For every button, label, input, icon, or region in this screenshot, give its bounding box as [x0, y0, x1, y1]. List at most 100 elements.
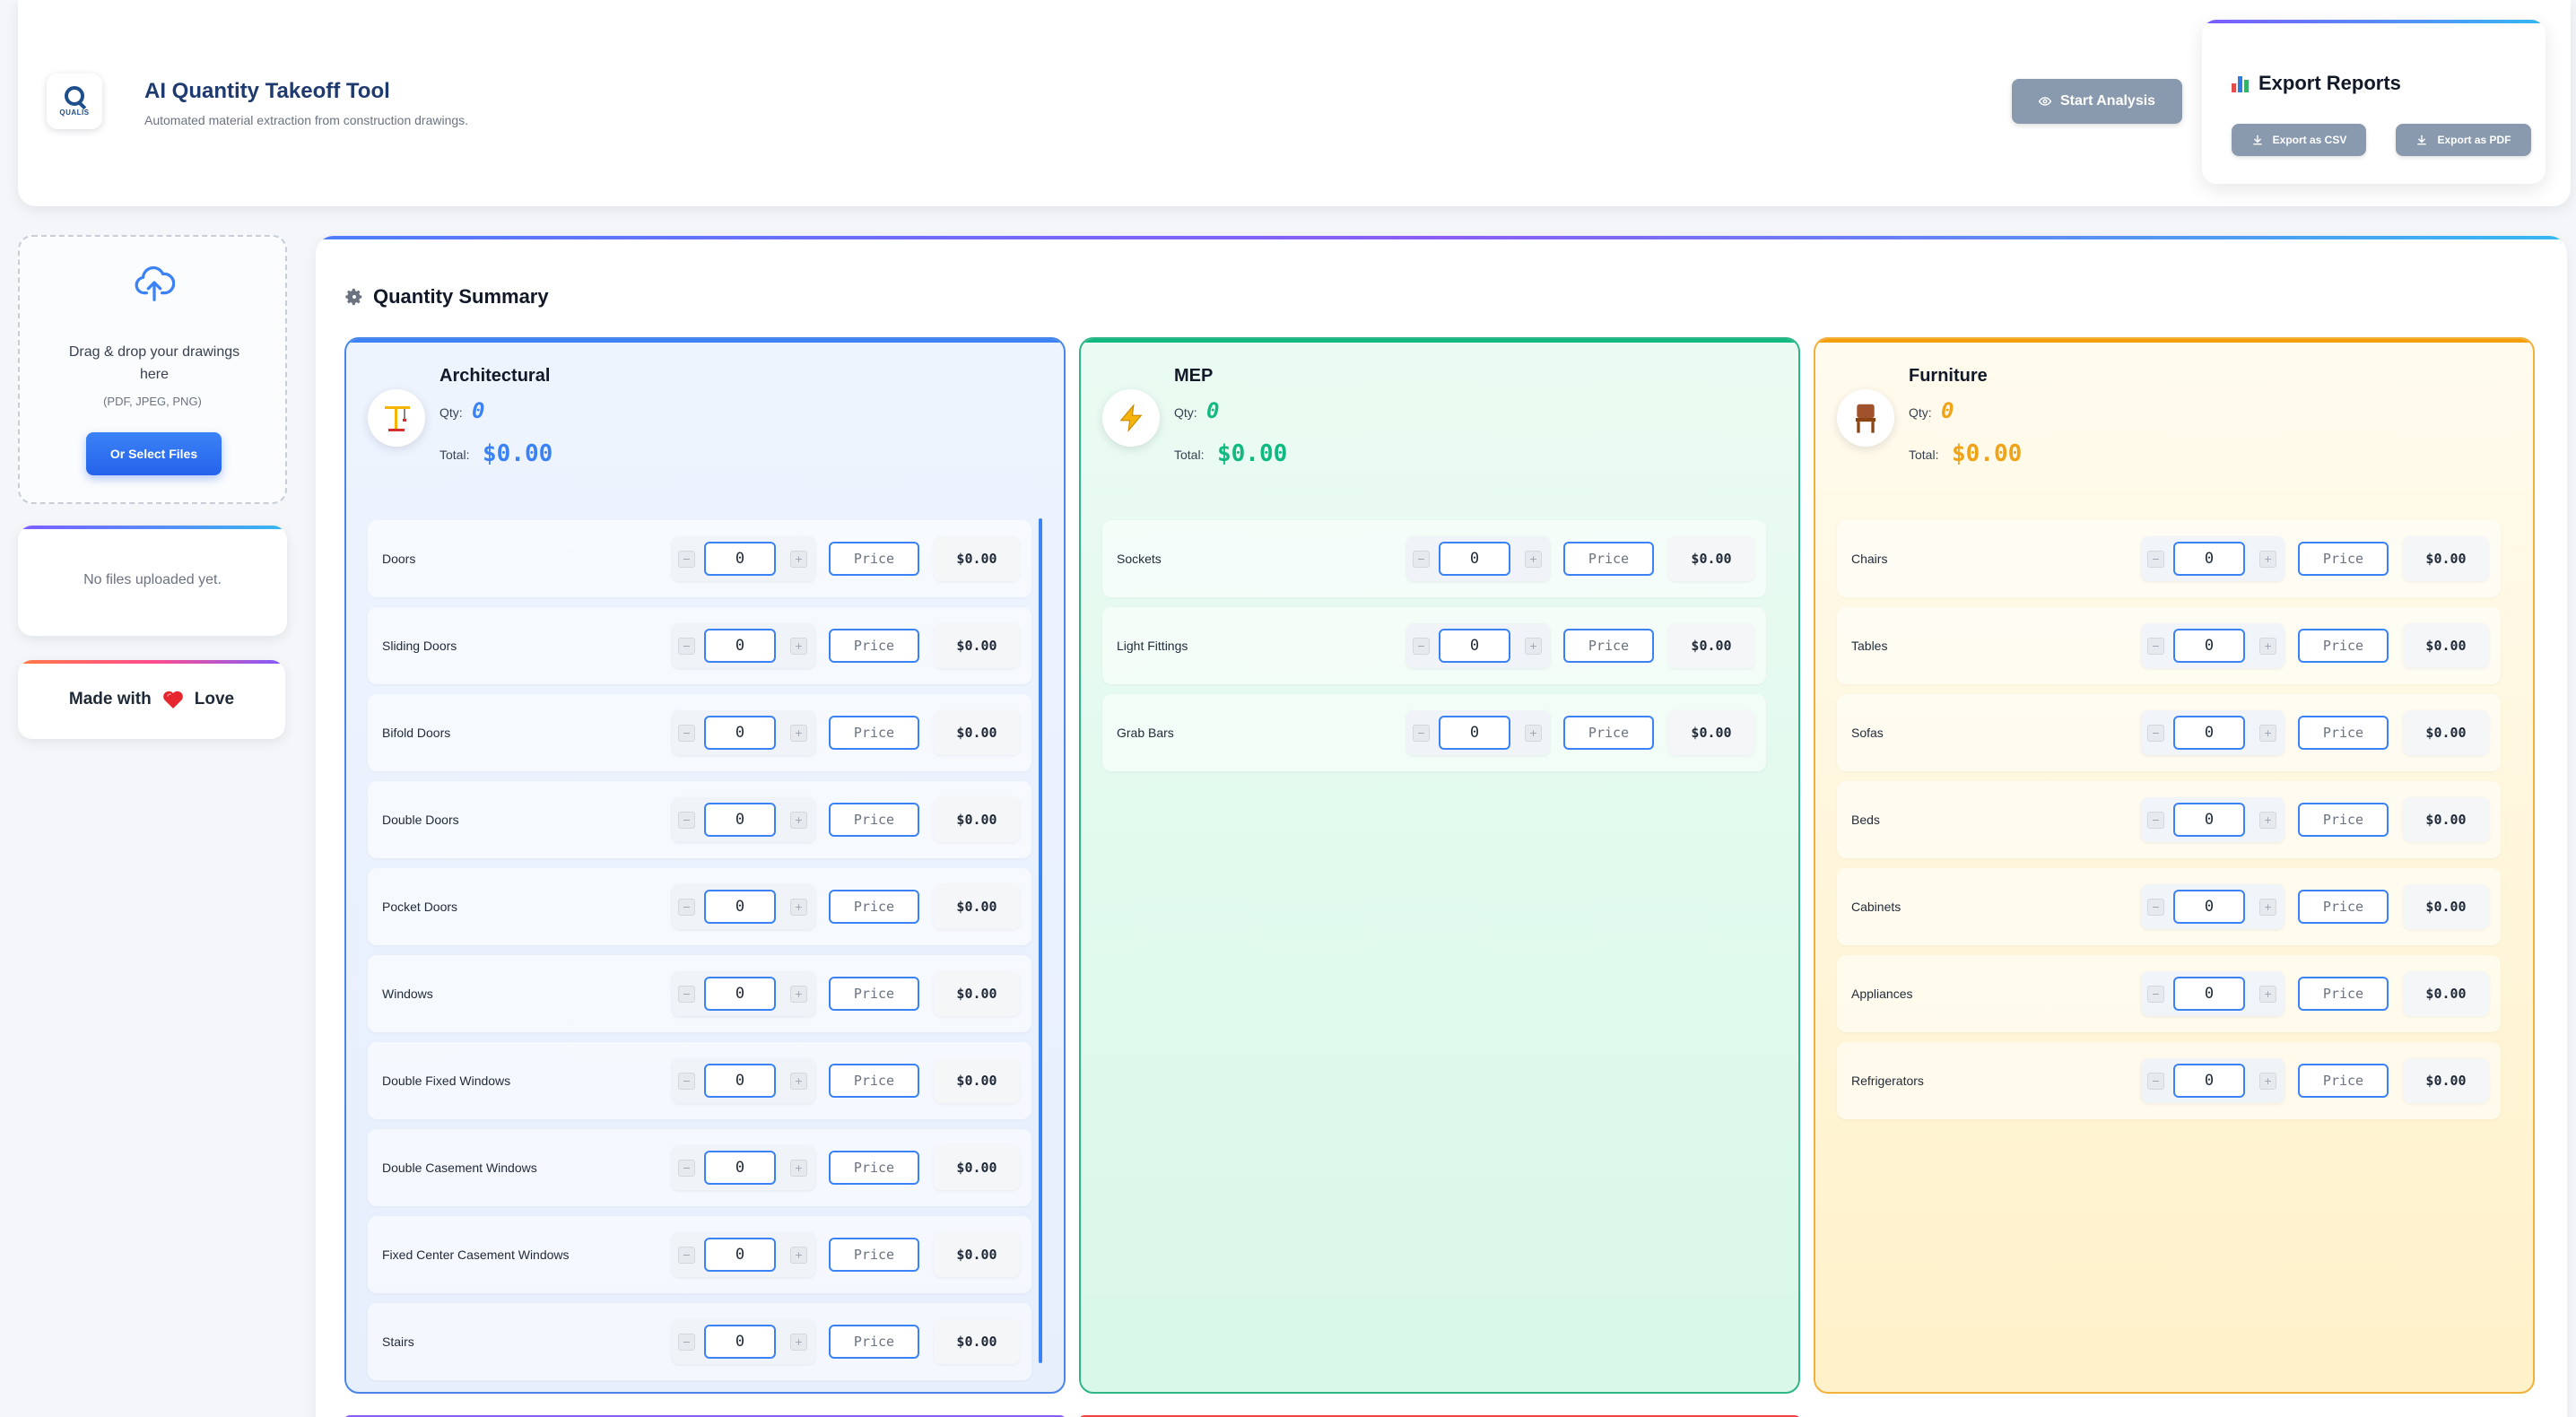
price-input[interactable] [2298, 890, 2389, 924]
decrement-button[interactable]: − [1413, 638, 1430, 655]
quantity-input[interactable] [2173, 1064, 2245, 1098]
decrement-button[interactable]: − [2147, 551, 2164, 568]
quantity-input[interactable] [704, 890, 776, 924]
increment-button[interactable]: + [790, 899, 807, 916]
price-input[interactable] [2298, 542, 2389, 576]
select-files-button[interactable]: Or Select Files [86, 432, 222, 475]
decrement-button[interactable]: − [678, 899, 695, 916]
price-input[interactable] [2298, 977, 2389, 1011]
price-input[interactable] [829, 890, 919, 924]
item-row: Beds − + $0.00 [1837, 781, 2501, 858]
export-pdf-button[interactable]: Export as PDF [2396, 124, 2531, 156]
export-csv-button[interactable]: Export as CSV [2232, 124, 2366, 156]
increment-button[interactable]: + [1525, 638, 1542, 655]
increment-button[interactable]: + [2259, 986, 2276, 1003]
quantity-stepper: − + [672, 971, 815, 1016]
price-input[interactable] [2298, 803, 2389, 837]
decrement-button[interactable]: − [678, 551, 695, 568]
start-analysis-button[interactable]: Start Analysis [2012, 79, 2182, 124]
quantity-stepper: − + [1406, 623, 1550, 668]
quantity-input[interactable] [2173, 803, 2245, 837]
item-row: Sockets − + $0.00 [1102, 520, 1766, 597]
increment-button[interactable]: + [790, 638, 807, 655]
price-input[interactable] [829, 716, 919, 750]
decrement-button[interactable]: − [678, 812, 695, 829]
category-total-value: $0.00 [1217, 440, 1288, 467]
decrement-button[interactable]: − [678, 1334, 695, 1351]
quantity-input[interactable] [1439, 542, 1510, 576]
decrement-button[interactable]: − [678, 1073, 695, 1090]
increment-button[interactable]: + [2259, 551, 2276, 568]
increment-button[interactable]: + [1525, 551, 1542, 568]
price-input[interactable] [2298, 629, 2389, 663]
quantity-input[interactable] [1439, 629, 1510, 663]
price-input[interactable] [2298, 1064, 2389, 1098]
quantity-input[interactable] [2173, 977, 2245, 1011]
quantity-input[interactable] [704, 803, 776, 837]
price-input[interactable] [1563, 629, 1654, 663]
increment-button[interactable]: + [2259, 899, 2276, 916]
increment-button[interactable]: + [790, 986, 807, 1003]
price-input[interactable] [829, 629, 919, 663]
quantity-input[interactable] [704, 1151, 776, 1185]
increment-button[interactable]: + [790, 551, 807, 568]
item-total: $0.00 [934, 1058, 1020, 1103]
increment-button[interactable]: + [2259, 725, 2276, 742]
increment-button[interactable]: + [2259, 812, 2276, 829]
increment-button[interactable]: + [790, 1160, 807, 1177]
export-reports-card: Export Reports Export as CSV Export as P… [2202, 20, 2546, 184]
item-total: $0.00 [2403, 884, 2489, 929]
quantity-input[interactable] [704, 629, 776, 663]
decrement-button[interactable]: − [2147, 899, 2164, 916]
increment-button[interactable]: + [2259, 1073, 2276, 1090]
scrollbar[interactable] [1039, 518, 1042, 1363]
quantity-input[interactable] [704, 542, 776, 576]
price-input[interactable] [829, 1325, 919, 1359]
decrement-button[interactable]: − [678, 986, 695, 1003]
item-name: Cabinets [1851, 900, 1902, 914]
price-input[interactable] [829, 542, 919, 576]
decrement-button[interactable]: − [1413, 551, 1430, 568]
quantity-input[interactable] [2173, 542, 2245, 576]
price-input[interactable] [829, 1151, 919, 1185]
increment-button[interactable]: + [790, 1247, 807, 1264]
price-input[interactable] [829, 1064, 919, 1098]
quantity-input[interactable] [2173, 716, 2245, 750]
quantity-input[interactable] [704, 1064, 776, 1098]
decrement-button[interactable]: − [2147, 986, 2164, 1003]
quantity-input[interactable] [704, 1238, 776, 1272]
quantity-input[interactable] [704, 1325, 776, 1359]
price-input[interactable] [1563, 542, 1654, 576]
quantity-input[interactable] [2173, 890, 2245, 924]
increment-button[interactable]: + [790, 725, 807, 742]
quantity-input[interactable] [2173, 629, 2245, 663]
price-input[interactable] [1563, 716, 1654, 750]
quantity-stepper: − + [1406, 710, 1550, 755]
increment-button[interactable]: + [790, 1073, 807, 1090]
made-with-love-card: Made with Love [18, 660, 285, 739]
upload-dropzone[interactable]: Drag & drop your drawings here (PDF, JPE… [18, 235, 287, 504]
decrement-button[interactable]: − [678, 725, 695, 742]
decrement-button[interactable]: − [1413, 725, 1430, 742]
item-total: $0.00 [934, 623, 1020, 668]
decrement-button[interactable]: − [678, 638, 695, 655]
decrement-button[interactable]: − [2147, 725, 2164, 742]
decrement-button[interactable]: − [678, 1160, 695, 1177]
decrement-button[interactable]: − [678, 1247, 695, 1264]
price-input[interactable] [829, 977, 919, 1011]
quantity-input[interactable] [1439, 716, 1510, 750]
category-architectural: Architectural Qty: 0 Total: $0.00 Doors … [344, 337, 1066, 1394]
price-input[interactable] [829, 803, 919, 837]
price-input[interactable] [2298, 716, 2389, 750]
increment-button[interactable]: + [1525, 725, 1542, 742]
quantity-input[interactable] [704, 977, 776, 1011]
quantity-input[interactable] [704, 716, 776, 750]
increment-button[interactable]: + [2259, 638, 2276, 655]
increment-button[interactable]: + [790, 812, 807, 829]
decrement-button[interactable]: − [2147, 812, 2164, 829]
increment-button[interactable]: + [790, 1334, 807, 1351]
price-input[interactable] [829, 1238, 919, 1272]
decrement-button[interactable]: − [2147, 1073, 2164, 1090]
quantity-summary-panel: Quantity Summary Architectural Qty: 0 To… [316, 236, 2567, 1417]
decrement-button[interactable]: − [2147, 638, 2164, 655]
